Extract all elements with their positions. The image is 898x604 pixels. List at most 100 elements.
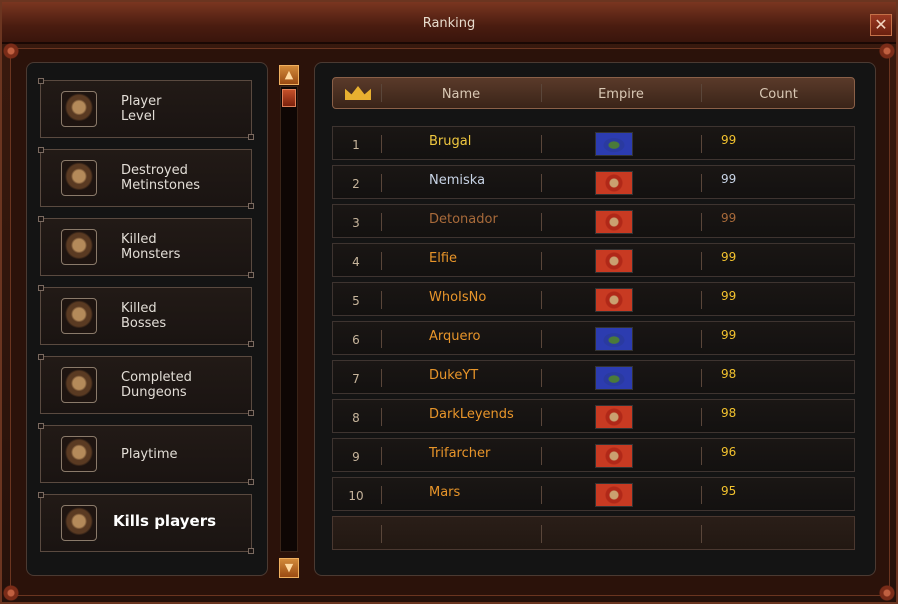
table-row[interactable]: 1 Brugal 99 bbox=[332, 126, 855, 160]
category-item[interactable]: Completed Dungeons bbox=[38, 354, 254, 416]
player-name-cell: WhoIsNo bbox=[429, 290, 487, 305]
header-name[interactable]: Name bbox=[381, 87, 541, 102]
header-empire[interactable]: Empire bbox=[541, 87, 701, 102]
table-row-empty bbox=[332, 516, 855, 550]
header-count[interactable]: Count bbox=[701, 87, 856, 102]
rank-cell: 8 bbox=[352, 411, 360, 425]
table-row[interactable]: 9 Trifarcher 96 bbox=[332, 438, 855, 472]
row-divider bbox=[701, 252, 702, 270]
count-cell: 99 bbox=[721, 172, 737, 186]
row-divider bbox=[701, 525, 702, 543]
red-empire-flag-icon bbox=[595, 249, 633, 273]
row-divider bbox=[541, 486, 542, 504]
player-name-cell: Trifarcher bbox=[429, 446, 491, 461]
category-label: Completed Dungeons bbox=[121, 370, 192, 400]
row-divider bbox=[701, 213, 702, 231]
table-row[interactable]: 10 Mars 95 bbox=[332, 477, 855, 511]
rank-cell: 1 bbox=[352, 138, 360, 152]
count-cell: 98 bbox=[721, 367, 737, 381]
row-divider bbox=[381, 252, 382, 270]
count-cell: 99 bbox=[721, 328, 737, 342]
table-header: Name Empire Count bbox=[332, 77, 855, 109]
count-cell: 99 bbox=[721, 250, 737, 264]
red-empire-flag-icon bbox=[595, 444, 633, 468]
count-cell: 99 bbox=[721, 289, 737, 303]
blue-empire-flag-icon bbox=[595, 132, 633, 156]
corner-ornament-icon bbox=[876, 582, 898, 604]
player-name-cell: Nemiska bbox=[429, 173, 486, 188]
row-divider bbox=[381, 135, 382, 153]
rank-cell: 5 bbox=[352, 294, 360, 308]
row-divider bbox=[541, 174, 542, 192]
player-name-cell: Elfie bbox=[429, 251, 458, 266]
table-row[interactable]: 6 Arquero 99 bbox=[332, 321, 855, 355]
player-name-cell: DarkLeyends bbox=[429, 407, 514, 422]
row-divider bbox=[701, 330, 702, 348]
row-divider bbox=[701, 369, 702, 387]
kills-players-icon bbox=[61, 505, 97, 541]
category-item[interactable]: Killed Monsters bbox=[38, 216, 254, 278]
row-divider bbox=[381, 369, 382, 387]
row-divider bbox=[381, 174, 382, 192]
rank-cell: 9 bbox=[352, 450, 360, 464]
red-empire-flag-icon bbox=[595, 483, 633, 507]
rank-cell: 10 bbox=[348, 489, 364, 503]
row-divider bbox=[381, 213, 382, 231]
category-label: Killed Bosses bbox=[121, 301, 167, 331]
rank-cell: 7 bbox=[352, 372, 360, 386]
rank-cell: 4 bbox=[352, 255, 360, 269]
category-item[interactable]: Destroyed Metinstones bbox=[38, 147, 254, 209]
row-divider bbox=[541, 213, 542, 231]
blue-empire-flag-icon bbox=[595, 327, 633, 351]
metinstone-icon bbox=[61, 160, 97, 196]
table-row[interactable]: 2 Nemiska 99 bbox=[332, 165, 855, 199]
category-item[interactable]: Kills players bbox=[38, 492, 254, 554]
category-label: Destroyed Metinstones bbox=[121, 163, 200, 193]
boss-icon bbox=[61, 298, 97, 334]
dungeon-icon bbox=[61, 367, 97, 403]
player-name-cell: Detonador bbox=[429, 212, 498, 227]
red-empire-flag-icon bbox=[595, 210, 633, 234]
row-divider bbox=[541, 291, 542, 309]
window-title: Ranking bbox=[422, 16, 476, 31]
player-name-cell: Arquero bbox=[429, 329, 481, 344]
table-row[interactable]: 8 DarkLeyends 98 bbox=[332, 399, 855, 433]
row-divider bbox=[541, 408, 542, 426]
category-item[interactable]: Killed Bosses bbox=[38, 285, 254, 347]
corner-ornament-icon bbox=[0, 582, 22, 604]
player-name-cell: Brugal bbox=[429, 134, 472, 149]
row-divider bbox=[701, 135, 702, 153]
player-level-icon bbox=[61, 91, 97, 127]
count-cell: 99 bbox=[721, 133, 737, 147]
rank-cell: 2 bbox=[352, 177, 360, 191]
scroll-up-button[interactable]: ▲ bbox=[279, 65, 299, 85]
row-divider bbox=[541, 252, 542, 270]
row-divider bbox=[541, 369, 542, 387]
category-label: Playtime bbox=[121, 447, 178, 462]
monster-icon bbox=[61, 229, 97, 265]
category-label: Player Level bbox=[121, 94, 162, 124]
scrollbar-track[interactable] bbox=[280, 86, 298, 552]
table-row[interactable]: 7 DukeYT 98 bbox=[332, 360, 855, 394]
rank-cell: 6 bbox=[352, 333, 360, 347]
table-row[interactable]: 4 Elfie 99 bbox=[332, 243, 855, 277]
row-divider bbox=[701, 447, 702, 465]
category-item[interactable]: Playtime bbox=[38, 423, 254, 485]
close-button[interactable]: ✕ bbox=[870, 14, 892, 36]
title-bar[interactable]: Ranking ✕ bbox=[2, 2, 896, 44]
player-name-cell: DukeYT bbox=[429, 368, 479, 383]
row-divider bbox=[701, 408, 702, 426]
table-row[interactable]: 3 Detonador 99 bbox=[332, 204, 855, 238]
scroll-down-button[interactable]: ▼ bbox=[279, 558, 299, 578]
category-item[interactable]: Player Level bbox=[38, 78, 254, 140]
blue-empire-flag-icon bbox=[595, 366, 633, 390]
row-divider bbox=[701, 486, 702, 504]
row-divider bbox=[541, 525, 542, 543]
table-row[interactable]: 5 WhoIsNo 99 bbox=[332, 282, 855, 316]
category-label: Killed Monsters bbox=[121, 232, 181, 262]
count-cell: 95 bbox=[721, 484, 737, 498]
row-divider bbox=[381, 486, 382, 504]
red-empire-flag-icon bbox=[595, 288, 633, 312]
red-empire-flag-icon bbox=[595, 171, 633, 195]
scrollbar-thumb[interactable] bbox=[282, 89, 296, 107]
